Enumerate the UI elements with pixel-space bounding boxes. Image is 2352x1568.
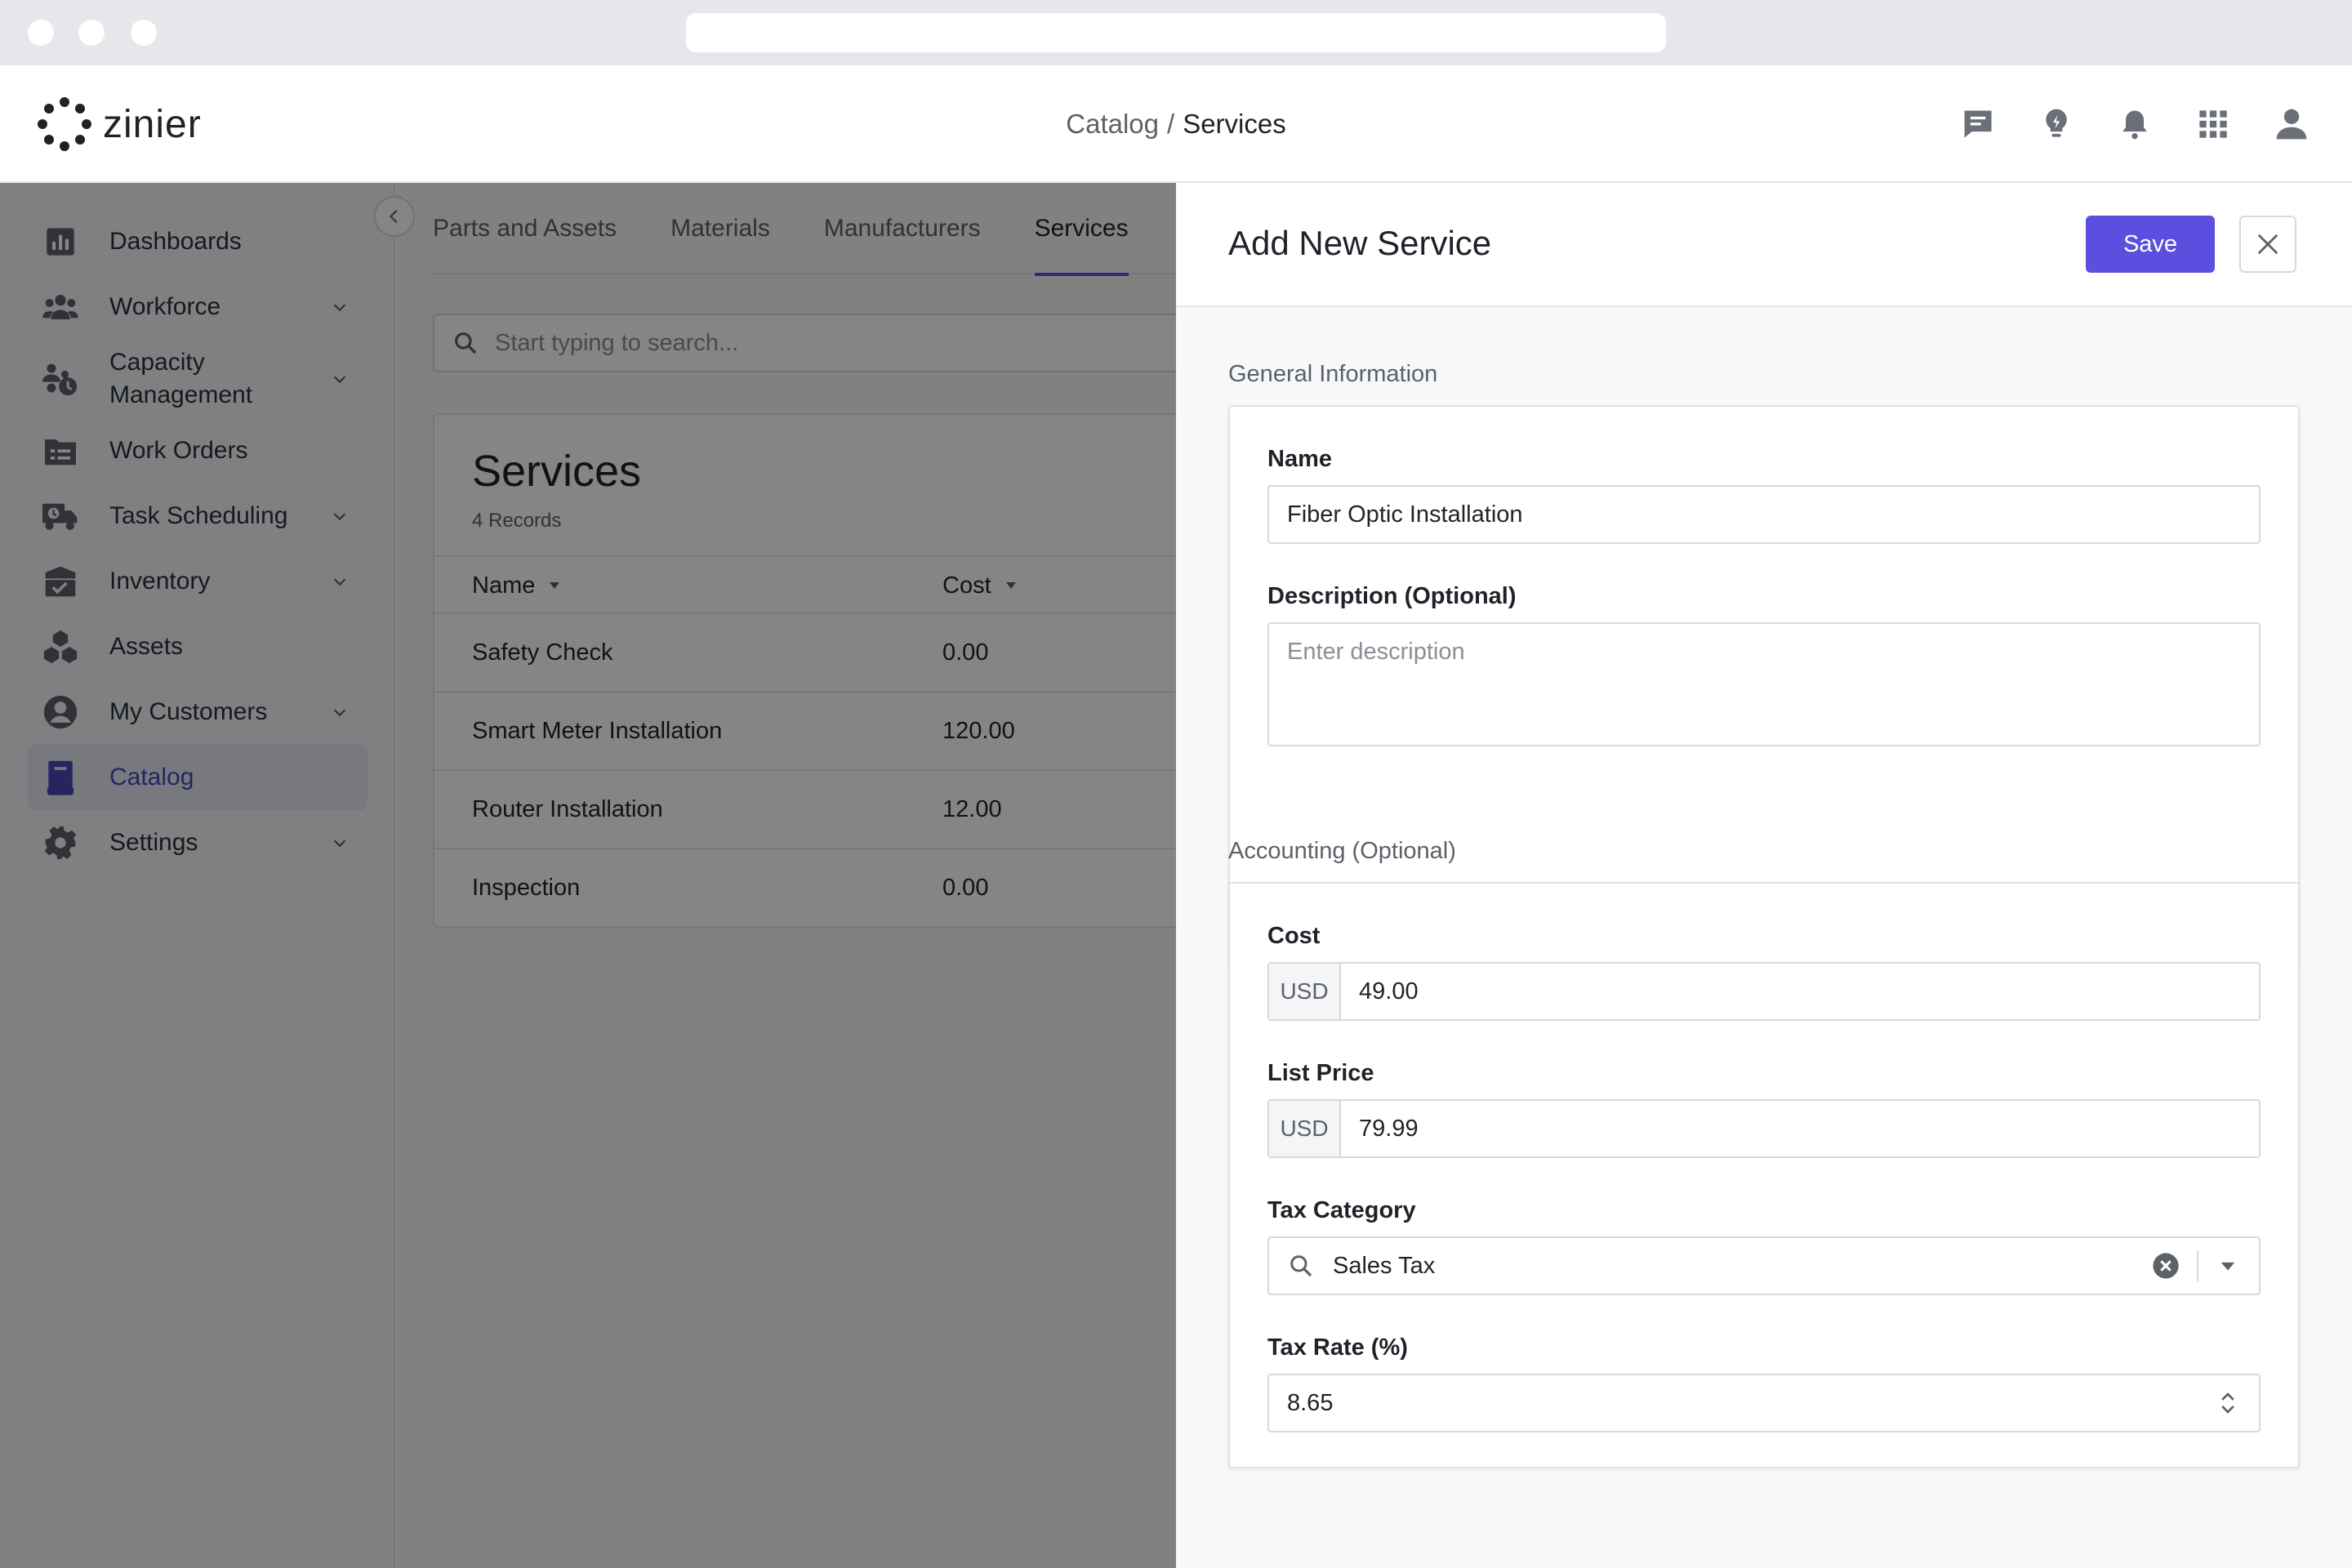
window-maximize-dot[interactable]: [131, 20, 157, 46]
name-field[interactable]: Fiber Optic Installation: [1267, 485, 2261, 544]
add-service-drawer: Add New Service Save General Information…: [1176, 183, 2352, 1568]
window-minimize-dot[interactable]: [78, 20, 105, 46]
modal-backdrop[interactable]: [0, 183, 1176, 1568]
list-price-label: List Price: [1267, 1060, 1374, 1086]
header-actions: [1924, 100, 2316, 149]
description-placeholder: Enter description: [1287, 639, 1465, 665]
lightbulb-icon[interactable]: [2032, 100, 2081, 149]
cost-value: 49.00: [1359, 978, 1419, 1004]
drawer-title: Add New Service: [1228, 224, 1492, 262]
breadcrumb-current: Services: [1183, 109, 1286, 139]
browser-chrome: [0, 0, 2352, 65]
list-price-field[interactable]: USD 79.99: [1267, 1099, 2261, 1158]
tax-category-label: Tax Category: [1267, 1197, 1416, 1223]
breadcrumb-separator: /: [1167, 109, 1175, 139]
description-label: Description (Optional): [1267, 583, 1517, 609]
tax-rate-value: 8.65: [1287, 1389, 1334, 1416]
tax-category-value: Sales Tax: [1333, 1252, 1436, 1279]
stepper-arrows-icon[interactable]: [2212, 1387, 2244, 1419]
drawer-header: Add New Service Save: [1176, 183, 2352, 307]
tax-category-select[interactable]: Sales Tax: [1267, 1236, 2261, 1295]
caret-down-icon[interactable]: [2212, 1250, 2244, 1282]
chat-icon[interactable]: [1953, 100, 2002, 149]
bell-icon[interactable]: [2110, 100, 2159, 149]
clear-icon[interactable]: [2149, 1250, 2182, 1282]
name-value: Fiber Optic Installation: [1287, 501, 1523, 528]
address-bar[interactable]: [686, 13, 1666, 52]
select-divider: [2197, 1250, 2198, 1281]
apps-grid-icon[interactable]: [2189, 100, 2238, 149]
general-section-title: General Information: [1228, 361, 1438, 387]
cost-currency: USD: [1269, 964, 1341, 1019]
tax-rate-field[interactable]: 8.65: [1267, 1374, 2261, 1432]
name-label: Name: [1267, 446, 1332, 472]
list-price-currency: USD: [1269, 1101, 1341, 1156]
save-button[interactable]: Save: [2086, 216, 2215, 273]
list-price-value: 79.99: [1359, 1115, 1419, 1142]
close-icon: [2257, 234, 2278, 255]
close-button[interactable]: [2239, 216, 2296, 273]
cost-field[interactable]: USD 49.00: [1267, 962, 2261, 1021]
breadcrumb-parent[interactable]: Catalog: [1066, 109, 1159, 140]
search-icon: [1269, 1238, 1326, 1294]
description-field[interactable]: Enter description: [1267, 622, 2261, 746]
app-header: zinier Catalog / Services: [0, 65, 2352, 183]
accounting-panel: Cost USD 49.00 List Price USD 79.99 Tax …: [1228, 882, 2300, 1468]
cost-label: Cost: [1267, 923, 1321, 949]
window-close-dot[interactable]: [28, 20, 54, 46]
user-icon[interactable]: [2267, 100, 2316, 149]
tax-rate-label: Tax Rate (%): [1267, 1334, 1408, 1361]
accounting-section-title: Accounting (Optional): [1228, 838, 1456, 864]
